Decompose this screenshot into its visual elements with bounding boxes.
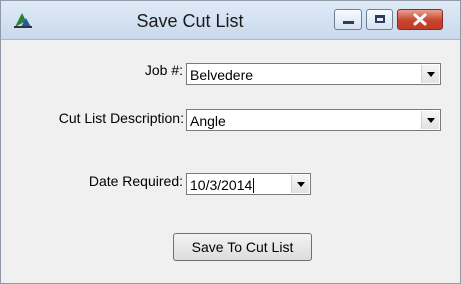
text-caret [253, 178, 255, 193]
job-select[interactable]: Belvedere [186, 63, 441, 85]
maximize-button[interactable] [366, 9, 393, 30]
description-value: Angle [190, 113, 226, 129]
minimize-button[interactable] [334, 9, 362, 30]
save-to-cut-list-button[interactable]: Save To Cut List [173, 233, 312, 261]
chevron-down-icon [427, 72, 435, 77]
job-label: Job #: [144, 62, 183, 78]
description-dropdown-button[interactable] [421, 111, 439, 129]
maximize-icon [375, 15, 385, 23]
date-dropdown-button[interactable] [291, 175, 309, 193]
description-select[interactable]: Angle [186, 109, 441, 131]
description-label: Cut List Description: [58, 110, 184, 126]
date-required-text: 10/3/2014 [190, 177, 253, 193]
date-required-picker[interactable]: 10/3/2014 [186, 173, 311, 195]
window-title: Save Cut List [136, 11, 244, 31]
date-required-value: 10/3/2014 [190, 177, 255, 193]
minimize-icon [343, 21, 354, 24]
close-button[interactable] [397, 9, 443, 30]
close-icon [398, 10, 442, 29]
job-value: Belvedere [190, 67, 254, 83]
chevron-down-icon [427, 118, 435, 123]
title-bar[interactable]: Save Cut List [1, 1, 460, 40]
chevron-down-icon [297, 182, 305, 187]
date-required-label: Date Required: [88, 173, 183, 189]
form-area: Job #: Belvedere Cut List Description: A… [1, 40, 460, 283]
job-dropdown-button[interactable] [421, 65, 439, 83]
save-cut-list-window: Save Cut List Job #: Belvedere Cut List … [0, 0, 461, 284]
